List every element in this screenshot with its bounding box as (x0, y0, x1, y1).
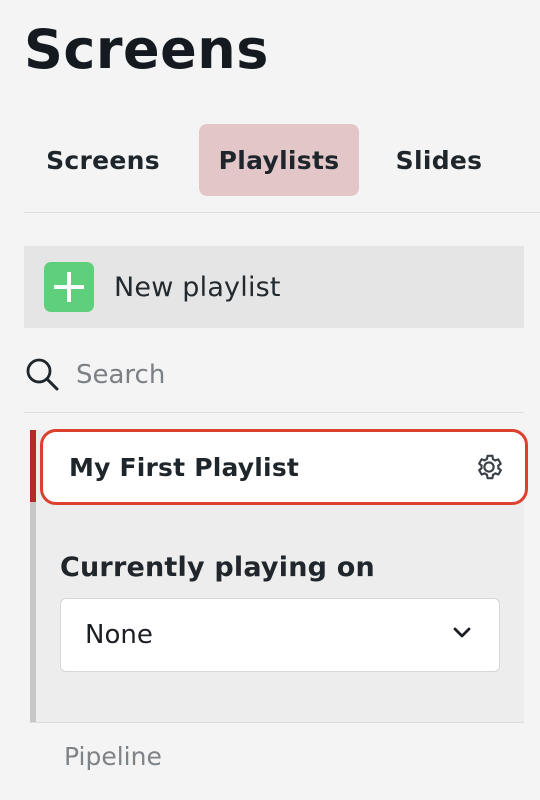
tab-slides[interactable]: Slides (364, 124, 514, 196)
tab-bar: Screens Playlists Slides (24, 124, 540, 196)
tab-screens[interactable]: Screens (24, 124, 182, 196)
page-title: Screens (24, 18, 269, 81)
panel-side-bar (30, 502, 36, 722)
pipeline-label: Pipeline (64, 742, 162, 771)
new-playlist-button[interactable]: New playlist (24, 246, 524, 328)
playlist-header[interactable]: My First Playlist (40, 429, 528, 505)
currently-playing-label: Currently playing on (60, 552, 375, 583)
plus-icon (44, 262, 94, 312)
new-playlist-label: New playlist (114, 271, 281, 303)
selected-indicator (30, 430, 36, 502)
search-input[interactable] (76, 360, 436, 390)
gear-icon[interactable] (473, 451, 505, 483)
currently-playing-value: None (85, 620, 153, 650)
chevron-down-icon (453, 626, 471, 644)
search-divider (24, 412, 524, 413)
playlist-item: My First Playlist Currently playing on N… (30, 429, 528, 722)
search-icon (24, 355, 64, 395)
currently-playing-select[interactable]: None (60, 598, 500, 672)
tabs-divider (24, 212, 540, 213)
playlist-name: My First Playlist (69, 452, 300, 482)
search-bar (24, 352, 524, 398)
panel-bottom-divider (30, 722, 524, 723)
tab-playlists[interactable]: Playlists (199, 124, 359, 196)
